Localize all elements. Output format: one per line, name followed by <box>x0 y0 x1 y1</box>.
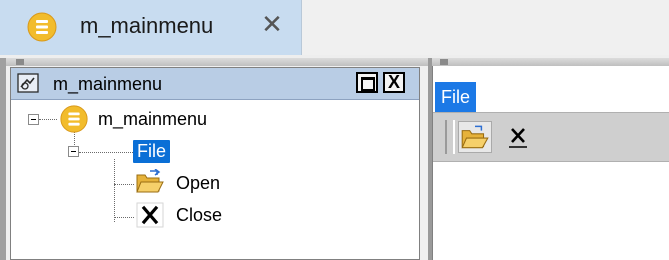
preview-menubar: File <box>433 74 669 112</box>
database-icon <box>27 12 57 42</box>
tree-connector <box>114 159 115 222</box>
tree-node-file-selected[interactable]: File <box>133 140 171 163</box>
toolbar-close-button[interactable] <box>503 123 533 151</box>
open-folder-icon <box>136 169 164 193</box>
close-x-icon <box>509 128 527 148</box>
tree-connector <box>79 152 133 153</box>
left-pane-sash[interactable] <box>6 58 428 66</box>
editor-tab-strip: m_mainmenu ✕ <box>0 0 669 56</box>
tab-strip-empty-area <box>302 0 669 56</box>
tab-title: m_mainmenu <box>80 13 214 38</box>
tree-connector <box>114 217 134 218</box>
menu-structure-panel: m_mainmenu X m_mainmenu File Open Close <box>10 67 420 260</box>
sash-handle[interactable] <box>440 59 448 65</box>
menu-preview-panel: File <box>432 66 669 260</box>
collapse-file-toggle[interactable] <box>68 146 79 157</box>
tree-node-open[interactable]: Open <box>176 173 220 194</box>
toolbar-grip[interactable] <box>445 120 455 154</box>
preview-toolbar <box>433 112 669 162</box>
menu-object-icon <box>17 73 39 93</box>
tree-node-root[interactable]: m_mainmenu <box>98 109 207 130</box>
tab-close-icon[interactable]: ✕ <box>260 10 284 38</box>
open-folder-icon <box>461 125 489 149</box>
tree-connector <box>39 119 57 120</box>
menu-tree: m_mainmenu File Open Close <box>11 99 419 259</box>
tab-m-mainmenu[interactable]: m_mainmenu ✕ <box>0 0 302 55</box>
menu-file[interactable]: File <box>435 82 477 112</box>
database-icon <box>60 105 88 133</box>
sash-handle[interactable] <box>16 59 24 65</box>
panel-close-button[interactable]: X <box>383 72 405 93</box>
panel-header: m_mainmenu X <box>11 68 419 100</box>
tree-connector <box>114 184 134 185</box>
toolbar-open-button[interactable] <box>458 121 492 153</box>
collapse-root-toggle[interactable] <box>28 114 39 125</box>
panel-title: m_mainmenu <box>53 74 163 94</box>
close-x-icon <box>136 202 164 228</box>
tree-node-close[interactable]: Close <box>176 205 222 226</box>
right-pane-sash[interactable] <box>432 58 669 66</box>
maximize-button[interactable] <box>356 72 378 93</box>
